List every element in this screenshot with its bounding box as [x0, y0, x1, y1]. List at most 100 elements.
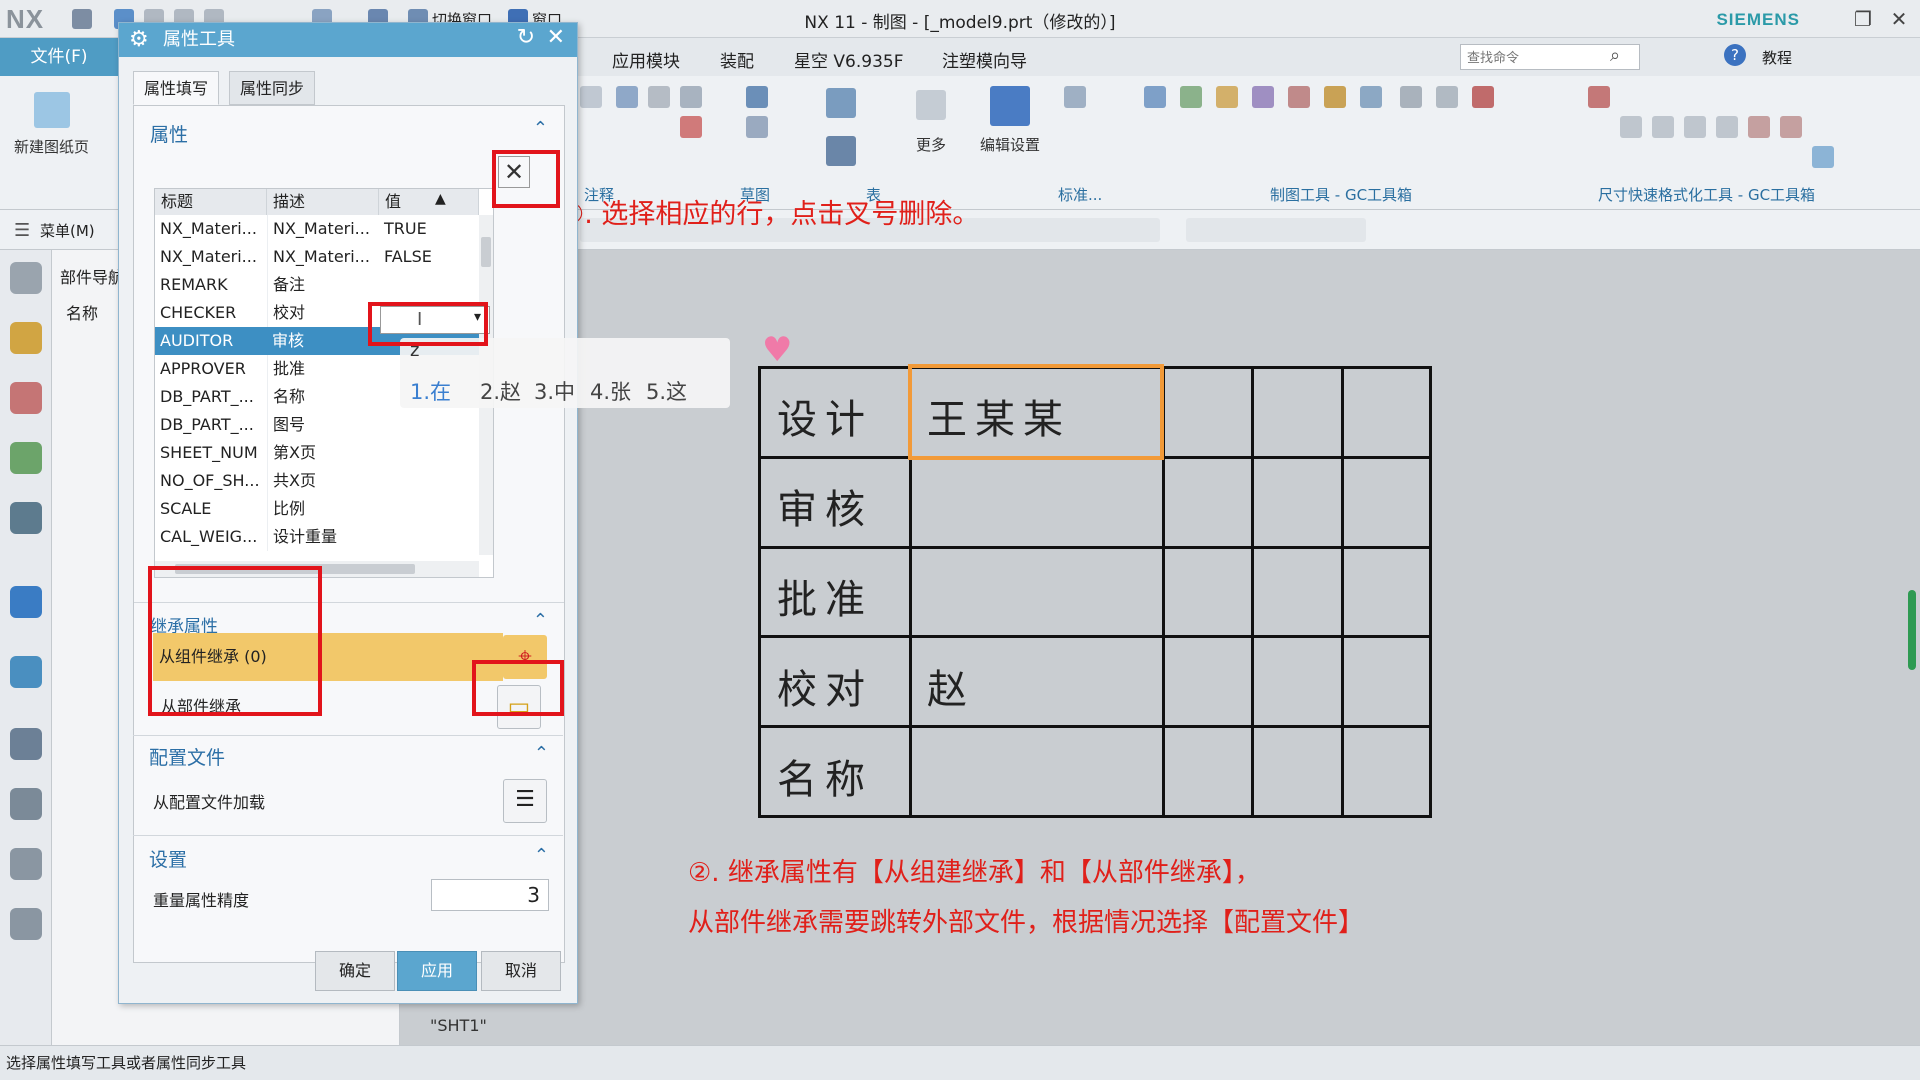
cancel-button[interactable]: 取消: [481, 951, 561, 991]
sketch-icon[interactable]: [746, 86, 768, 108]
scroll-thumb[interactable]: [481, 237, 491, 267]
gc-tool-icon-2[interactable]: [1180, 86, 1202, 108]
restore-window-icon[interactable]: ❐: [1850, 6, 1876, 32]
gc-tool-icon-1[interactable]: [1144, 86, 1166, 108]
help-label[interactable]: 教程: [1762, 47, 1792, 68]
ime-candidate[interactable]: 3.中: [534, 376, 575, 406]
assembly-navigator-icon[interactable]: [10, 322, 42, 354]
table-row[interactable]: SHEET_NUM 第X页: [155, 439, 479, 467]
menu-icon[interactable]: ☰: [14, 220, 30, 241]
column-header-value[interactable]: 值: [379, 189, 479, 215]
section-config-title[interactable]: 配置文件: [149, 743, 225, 770]
view-toolbar[interactable]: [1186, 218, 1366, 242]
new-sheet-icon[interactable]: [34, 92, 70, 128]
gc-tool-icon-9[interactable]: [1436, 86, 1458, 108]
feed-icon[interactable]: [10, 586, 42, 618]
more-icon[interactable]: [916, 90, 946, 120]
history-icon[interactable]: [10, 728, 42, 760]
cross-icon[interactable]: [648, 86, 670, 108]
gc-tool-icon-4[interactable]: [1252, 86, 1274, 108]
gc-tool-icon-7[interactable]: [1360, 86, 1382, 108]
rectangle-icon[interactable]: [746, 116, 768, 138]
table-cell-title: AUDITOR: [160, 331, 234, 350]
menu-applications[interactable]: 应用模块: [612, 47, 680, 72]
search-icon[interactable]: ⌕: [1610, 45, 1620, 66]
web-browser-icon[interactable]: [10, 656, 42, 688]
dimension-format-icon-8[interactable]: [1812, 146, 1834, 168]
tabular-note-icon[interactable]: [826, 136, 856, 166]
edit-settings-icon[interactable]: [990, 86, 1030, 126]
menu-button[interactable]: 菜单(M): [40, 220, 95, 241]
system-materials-icon[interactable]: [10, 908, 42, 940]
standard-part-icon[interactable]: [1064, 86, 1086, 108]
column-header-title[interactable]: 标题: [155, 189, 267, 215]
ime-candidate[interactable]: 4.张: [590, 376, 631, 406]
table-icon[interactable]: [826, 88, 856, 118]
visibility-icon[interactable]: [10, 502, 42, 534]
dialog-title[interactable]: 属性工具: [119, 23, 577, 57]
chevron-up-icon[interactable]: ⌃: [534, 743, 549, 764]
close-icon[interactable]: ✕: [547, 25, 565, 50]
gc-tool-icon-10[interactable]: [1472, 86, 1494, 108]
weight-precision-input[interactable]: 3: [431, 879, 549, 911]
annotation-step2-line2: 从部件继承需要跳转外部文件，根据情况选择【配置文件】: [688, 908, 1365, 938]
apply-button[interactable]: 应用: [397, 951, 477, 991]
dimension-format-icon-4[interactable]: [1684, 116, 1706, 138]
gc-tool-icon-6[interactable]: [1324, 86, 1346, 108]
new-sheet-button[interactable]: 新建图纸页: [14, 136, 89, 157]
gear-icon: ⚙: [129, 27, 149, 52]
chevron-up-icon[interactable]: ⌃: [534, 845, 549, 866]
ime-candidate[interactable]: 5.这: [646, 376, 687, 406]
table-row[interactable]: DB_PART_... 图号: [155, 411, 479, 439]
hatch-icon[interactable]: [680, 116, 702, 138]
note-icon[interactable]: [616, 86, 638, 108]
table-row[interactable]: NX_Materi... NX_Materi... TRUE: [155, 215, 479, 243]
center-mark-icon[interactable]: [680, 86, 702, 108]
file-menu[interactable]: 文件(F): [0, 38, 118, 76]
group-dimension-format: 尺寸快速格式化工具 - GC工具箱: [1598, 186, 1816, 204]
section-settings-title[interactable]: 设置: [149, 845, 187, 872]
dimension-format-icon-7[interactable]: [1780, 116, 1802, 138]
chevron-up-icon[interactable]: ⌃: [533, 610, 548, 631]
menu-xingkong[interactable]: 星空 V6.935F: [794, 47, 903, 72]
table-row[interactable]: SCALE 比例: [155, 495, 479, 523]
navigator-tree[interactable]: [62, 326, 122, 446]
navigator-column-name[interactable]: 名称: [66, 300, 98, 324]
table-row[interactable]: CAL_WEIG... 设计重量: [155, 523, 479, 551]
process-studio-icon[interactable]: [10, 788, 42, 820]
table-row[interactable]: REMARK 备注: [155, 271, 479, 299]
menu-mold-wizard[interactable]: 注塑模向导: [942, 47, 1027, 72]
tab-attribute-sync[interactable]: 属性同步: [229, 71, 316, 105]
section-attributes-title[interactable]: 属性: [150, 120, 188, 147]
config-file-icon[interactable]: ☰: [503, 779, 547, 823]
column-header-desc[interactable]: 描述: [267, 189, 379, 215]
help-icon[interactable]: ?: [1724, 44, 1746, 66]
roles-icon[interactable]: [10, 848, 42, 880]
part-navigator-icon[interactable]: [10, 382, 42, 414]
dimension-format-icon-2[interactable]: [1620, 116, 1642, 138]
edit-settings-button[interactable]: 编辑设置: [980, 134, 1040, 155]
dimension-format-icon-5[interactable]: [1716, 116, 1738, 138]
tab-attribute-fill[interactable]: 属性填写: [133, 71, 220, 105]
dimension-format-icon-1[interactable]: [1588, 86, 1610, 108]
gc-tool-icon-5[interactable]: [1288, 86, 1310, 108]
more-button[interactable]: 更多: [916, 134, 946, 155]
group-standard[interactable]: 标准...: [1058, 184, 1102, 205]
settings-icon[interactable]: [10, 262, 42, 294]
chevron-up-icon[interactable]: ⌃: [533, 118, 548, 139]
table-row[interactable]: NO_OF_SH... 共X页: [155, 467, 479, 495]
reset-icon[interactable]: ↻: [517, 25, 535, 50]
ime-candidate[interactable]: 2.赵: [480, 376, 521, 406]
menu-assembly[interactable]: 装配: [720, 47, 754, 72]
ime-candidate[interactable]: 1.在: [410, 376, 451, 406]
gc-tool-icon-3[interactable]: [1216, 86, 1238, 108]
dimension-format-icon-6[interactable]: [1748, 116, 1770, 138]
table-row[interactable]: NX_Materi... NX_Materi... FALSE: [155, 243, 479, 271]
close-window-icon[interactable]: ✕: [1886, 6, 1912, 32]
reuse-library-icon[interactable]: [10, 442, 42, 474]
ok-button[interactable]: 确定: [315, 951, 395, 991]
gc-tool-icon-8[interactable]: [1400, 86, 1422, 108]
canvas-scrollbar[interactable]: [1908, 590, 1916, 670]
dimension-format-icon-3[interactable]: [1652, 116, 1674, 138]
view-icon[interactable]: [580, 86, 602, 108]
